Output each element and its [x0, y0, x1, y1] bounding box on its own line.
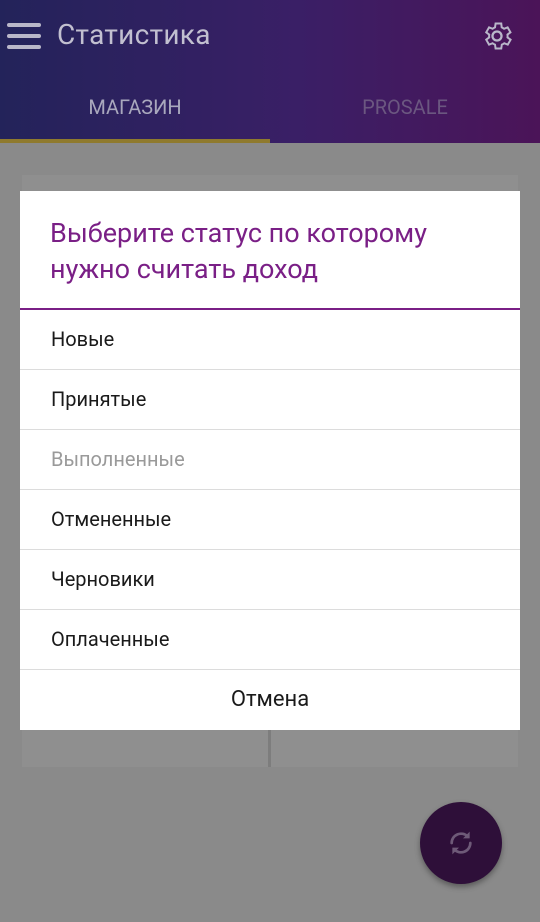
- tab-prosale[interactable]: PROSALE: [270, 72, 540, 143]
- app-bar: Статистика МАГАЗИН PROSALE: [0, 0, 540, 143]
- active-tab-indicator: [0, 139, 270, 143]
- page-title: Статистика: [57, 18, 211, 51]
- tab-bar: МАГАЗИН PROSALE: [0, 72, 540, 143]
- cancel-button[interactable]: Отмена: [20, 669, 520, 730]
- hamburger-menu-icon[interactable]: [7, 23, 41, 49]
- option-completed[interactable]: Выполненные: [20, 430, 520, 490]
- refresh-icon: [450, 831, 472, 855]
- refresh-button[interactable]: [420, 802, 502, 884]
- option-new[interactable]: Новые: [20, 310, 520, 370]
- dialog-title: Выберите статус по которому нужно считат…: [50, 217, 427, 285]
- tab-shop[interactable]: МАГАЗИН: [0, 72, 270, 143]
- option-drafts[interactable]: Черновики: [20, 550, 520, 610]
- status-options-list: Новые Принятые Выполненные Отмененные Че…: [20, 310, 520, 670]
- option-accepted[interactable]: Принятые: [20, 370, 520, 430]
- option-cancelled[interactable]: Отмененные: [20, 490, 520, 550]
- status-dialog: Выберите статус по которому нужно считат…: [20, 191, 520, 730]
- card-divider: [268, 730, 271, 767]
- option-paid[interactable]: Оплаченные: [20, 610, 520, 670]
- gear-icon[interactable]: [480, 19, 514, 53]
